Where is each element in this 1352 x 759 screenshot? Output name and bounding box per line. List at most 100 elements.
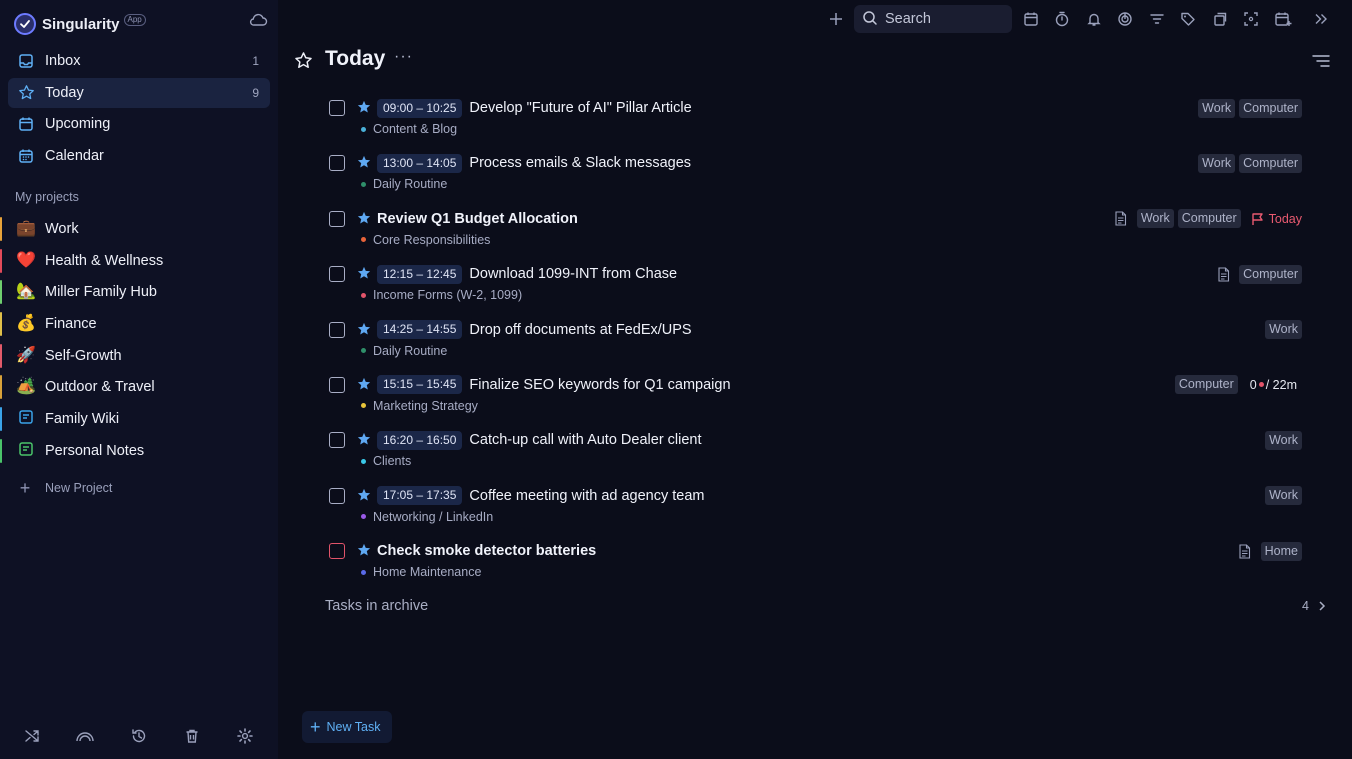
- task-checkbox[interactable]: [329, 487, 345, 504]
- pomodoro-counter[interactable]: 0 / 22m: [1250, 378, 1297, 392]
- project-miller-family-hub[interactable]: 🏡 Miller Family Hub: [0, 276, 278, 308]
- project-color-dot: [361, 514, 366, 520]
- task-row[interactable]: 09:00 – 10:25 Develop "Future of AI" Pill…: [320, 92, 1310, 147]
- task-row[interactable]: 16:20 – 16:50 Catch-up call with Auto Dea…: [320, 424, 1310, 479]
- star-icon[interactable]: [357, 488, 371, 502]
- star-icon[interactable]: [357, 432, 371, 446]
- project-work[interactable]: 💼 Work: [0, 213, 278, 245]
- nav-today[interactable]: Today 9: [8, 77, 270, 108]
- task-title[interactable]: Review Q1 Budget Allocation: [377, 211, 578, 227]
- project-personal-notes[interactable]: Personal Notes: [0, 435, 278, 467]
- task-tag[interactable]: Computer: [1174, 375, 1238, 395]
- note-icon[interactable]: [1237, 543, 1253, 559]
- task-title[interactable]: Process emails & Slack messages: [469, 155, 691, 171]
- nav-calendar[interactable]: Calendar: [8, 141, 270, 171]
- project-color-dot: [361, 126, 366, 132]
- task-row[interactable]: 13:00 – 14:05 Process emails & Slack mess…: [320, 147, 1310, 202]
- nav-inbox[interactable]: Inbox 1: [8, 46, 270, 76]
- bell-icon[interactable]: [1084, 9, 1104, 29]
- search-input[interactable]: [885, 11, 1005, 27]
- star-icon[interactable]: [357, 322, 371, 336]
- star-icon[interactable]: [357, 155, 371, 169]
- task-tag[interactable]: Computer: [1177, 209, 1241, 229]
- search-box[interactable]: [854, 5, 1012, 33]
- task-checkbox[interactable]: [329, 100, 345, 116]
- nav-upcoming[interactable]: Upcoming: [8, 109, 270, 139]
- task-tag[interactable]: Work: [1198, 153, 1236, 173]
- star-icon[interactable]: [357, 211, 371, 225]
- note-icon[interactable]: [1215, 266, 1231, 282]
- task-tag[interactable]: Computer: [1239, 153, 1302, 173]
- task-checkbox[interactable]: [329, 321, 345, 338]
- task-project-line: Networking / LinkedIn: [361, 510, 493, 524]
- task-row[interactable]: Check smoke detector batteries Home Maint…: [320, 535, 1310, 590]
- task-row[interactable]: 12:15 – 12:45 Download 1099-INT from Chas…: [320, 258, 1310, 313]
- history-icon[interactable]: [129, 726, 149, 746]
- star-icon[interactable]: [357, 377, 371, 391]
- task-checkbox[interactable]: [329, 376, 345, 393]
- task-title[interactable]: Coffee meeting with ad agency team: [469, 488, 704, 504]
- star-icon[interactable]: [357, 266, 371, 280]
- fullscreen-focus-icon[interactable]: [1241, 9, 1261, 29]
- due-flag[interactable]: Today: [1251, 212, 1302, 226]
- task-row[interactable]: 17:05 – 17:35 Coffee meeting with ad agen…: [320, 480, 1310, 535]
- task-tag[interactable]: Computer: [1239, 98, 1302, 118]
- task-checkbox[interactable]: [329, 210, 345, 227]
- collapse-panel-icon[interactable]: [1311, 9, 1331, 29]
- task-time: 13:00 – 14:05: [377, 153, 463, 173]
- task-row[interactable]: 14:25 – 14:55 Drop off documents at FedEx…: [320, 314, 1310, 369]
- task-checkbox[interactable]: [329, 432, 345, 449]
- task-title[interactable]: Develop "Future of AI" Pillar Article: [469, 100, 691, 116]
- project-color-bar: [0, 375, 2, 400]
- flag-icon: [1251, 212, 1269, 226]
- task-tag[interactable]: Work: [1136, 209, 1174, 229]
- trash-icon[interactable]: [182, 726, 202, 746]
- project-outdoor-travel[interactable]: 🏕️ Outdoor & Travel: [0, 371, 278, 403]
- sort-icon[interactable]: [1311, 51, 1331, 71]
- task-title[interactable]: Catch-up call with Auto Dealer client: [469, 432, 701, 448]
- new-task-button[interactable]: + New Task: [302, 711, 392, 743]
- task-tag[interactable]: Work: [1265, 320, 1302, 340]
- cloud-sync-icon[interactable]: [248, 11, 268, 29]
- timer-icon[interactable]: [1052, 9, 1072, 29]
- filter-icon[interactable]: [1147, 9, 1167, 29]
- new-project-button[interactable]: + New Project: [16, 478, 113, 498]
- tag-icon[interactable]: [1178, 9, 1198, 29]
- task-title[interactable]: Download 1099-INT from Chase: [469, 266, 677, 282]
- task-tag[interactable]: Computer: [1239, 264, 1302, 284]
- search-icon: [862, 10, 878, 29]
- project-family-wiki[interactable]: Family Wiki: [0, 403, 278, 435]
- brand[interactable]: Singularity App: [14, 12, 146, 36]
- settings-gear-icon[interactable]: [235, 726, 255, 746]
- stack-icon[interactable]: [1210, 9, 1230, 29]
- note-icon[interactable]: [1113, 211, 1129, 227]
- tasks-archive-row[interactable]: Tasks in archive 4: [325, 597, 1335, 619]
- more-options-button[interactable]: ···: [394, 48, 413, 66]
- project-self-growth[interactable]: 🚀 Self-Growth: [0, 340, 278, 372]
- task-row[interactable]: Review Q1 Budget Allocation Core Responsi…: [320, 203, 1310, 258]
- task-row[interactable]: 15:15 – 15:45 Finalize SEO keywords for Q…: [320, 369, 1310, 424]
- star-icon[interactable]: [357, 543, 371, 557]
- star-icon[interactable]: [357, 100, 371, 114]
- task-time: 17:05 – 17:35: [377, 486, 463, 506]
- task-checkbox[interactable]: [329, 266, 345, 283]
- project-health-wellness[interactable]: ❤️ Health & Wellness: [0, 245, 278, 277]
- task-tag[interactable]: Work: [1265, 430, 1302, 450]
- project-finance[interactable]: 💰 Finance: [0, 308, 278, 340]
- task-checkbox[interactable]: [329, 155, 345, 172]
- calendar-view-icon[interactable]: [1021, 9, 1041, 29]
- task-title[interactable]: Drop off documents at FedEx/UPS: [469, 322, 691, 338]
- task-tag[interactable]: Work: [1198, 98, 1236, 118]
- shuffle-icon[interactable]: [22, 726, 42, 746]
- add-task-top-button[interactable]: [826, 9, 846, 29]
- rainbow-icon[interactable]: [75, 726, 95, 746]
- task-list: 09:00 – 10:25 Develop "Future of AI" Pill…: [320, 92, 1310, 591]
- task-time: 15:15 – 15:45: [377, 375, 463, 395]
- task-tag[interactable]: Work: [1265, 486, 1302, 506]
- calendar-add-icon[interactable]: [1273, 9, 1293, 29]
- task-title[interactable]: Finalize SEO keywords for Q1 campaign: [469, 377, 730, 393]
- task-tag[interactable]: Home: [1260, 541, 1302, 561]
- focus-target-icon[interactable]: [1115, 9, 1135, 29]
- task-title[interactable]: Check smoke detector batteries: [377, 543, 596, 559]
- task-checkbox[interactable]: [329, 543, 345, 560]
